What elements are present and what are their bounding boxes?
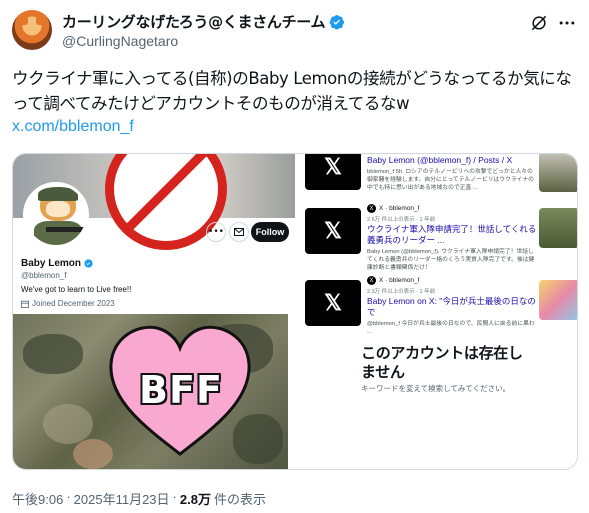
profile-joined: Joined December 2023 [32,299,115,308]
profile-handle: @bblemon_f [21,271,67,280]
avatar-ear-right [36,13,46,25]
tweet-views-count: 2.8万 [179,492,211,507]
x-badge-icon: X [367,204,376,213]
author-name-row[interactable]: カーリングなげたろう@くまさんチーム [62,11,345,32]
tweet-footer: 午後9:06 · 2025年11月23日 · 2.8万 件の表示 [12,489,266,508]
profile-avatar [23,182,89,248]
search-result-snippet: Baby Lemon (@bblemon_f). ウクライナ軍入隊申請完了！世話… [367,249,535,271]
tweet-time[interactable]: 午後9:06 [12,489,63,508]
search-result-image [539,208,577,248]
x-logo-icon: 𝕏 [305,208,361,254]
account-missing-title: このアカウントは存在しません [361,344,523,381]
avatar-face [46,201,70,217]
search-result-text: Baby Lemon (@bblemon_f) / Posts / X bble… [367,154,537,192]
tweet-link[interactable]: x.com/bblemon_f [12,118,134,136]
profile-more-button: ••• [206,222,226,242]
search-screenshot[interactable]: 𝕏 Baby Lemon (@bblemon_f) / Posts / X bb… [299,154,577,469]
profile-bio: We've got to learn to Live free!! [21,285,132,294]
search-result-title: Baby Lemon (@bblemon_f) / Posts / X [367,155,513,165]
search-result-text: XX · bblemon_f 2.6万 件以上の表示 · 1 年前 ウクライナ軍… [367,204,537,272]
search-result-meta: 2.6万 件以上の表示 · 1 年前 [367,217,436,223]
x-badge-icon: X [367,276,376,285]
search-result-image [539,154,577,192]
tweet-date[interactable]: 2025年11月23日 [74,489,170,508]
search-result-title: ウクライナ軍入隊申請完了！世話してくれる義勇兵のリーダー ... [367,224,537,245]
search-result-snippet: @bblemon_f 今日が兵士最後の日なので、民間人に戻る前に果わ ... [367,321,535,335]
profile-follow-button: Follow [251,222,289,242]
search-result: 𝕏 Baby Lemon (@bblemon_f) / Posts / X bb… [305,154,577,198]
profile-message-button [229,222,249,242]
x-logo-icon: 𝕏 [305,154,361,190]
account-missing-subtitle: キーワードを変えて検索してみてください。 [361,384,511,393]
profile-verified-icon [84,259,93,268]
search-result-text: XX · bblemon_f 2.3万 件以上の表示 · 1 年前 Baby L… [367,276,537,336]
heart-overlay-text: BFF [139,368,223,412]
tweet-text: ウクライナ軍に入ってる(自称)のBaby Lemonの接続がどうなってるか気にな… [12,69,572,113]
mail-icon [234,228,244,236]
author-handle[interactable]: @CurlingNagetaro [62,33,178,49]
avatar-body [34,221,82,245]
author-avatar[interactable] [12,10,52,50]
camo-patch [23,334,83,374]
avatar-helmet [38,187,78,201]
search-result-source: XX · bblemon_f [367,276,537,285]
tweet-media[interactable]: ••• Follow Baby Lemon @bblemon_f We've g… [12,153,578,470]
tweet-header: カーリングなげたろう@くまさんチーム @CurlingNagetaro [12,9,577,53]
camo-patch [43,404,93,444]
search-result: 𝕏 XX · bblemon_f 2.3万 件以上の表示 · 1 年前 Baby… [305,276,577,335]
footer-separator: · [172,489,177,504]
x-logo-icon: 𝕏 [305,280,361,326]
tweet-views-label: 件の表示 [213,492,266,507]
footer-separator: · [66,489,71,504]
verified-icon [329,14,345,29]
search-result: 𝕏 XX · bblemon_f 2.6万 件以上の表示 · 1 年前 ウクライ… [305,204,577,271]
author-display-name[interactable]: カーリングなげたろう@くまさんチーム [62,11,326,32]
search-result-meta: 2.3万 件以上の表示 · 1 年前 [367,289,436,295]
search-result-title: Baby Lemon on X: "今日が兵士最後の日なので [367,296,536,317]
avatar-ear-left [18,13,28,25]
grok-icon[interactable] [529,13,549,33]
search-result-image [539,280,577,320]
more-icon[interactable] [557,13,577,33]
profile-joined-row: Joined December 2023 [21,299,115,308]
search-result-snippet: bblemon_f 5h. ロシアのテルノービリへの攻撃でどっかと人々の御家騒を… [367,169,534,191]
search-result-source: XX · bblemon_f [367,204,537,213]
calendar-icon [21,300,29,308]
profile-screenshot[interactable]: ••• Follow Baby Lemon @bblemon_f We've g… [13,154,295,469]
profile-name: Baby Lemon [21,258,82,269]
avatar-gun [46,227,86,232]
profile-name-row: Baby Lemon [21,258,93,269]
